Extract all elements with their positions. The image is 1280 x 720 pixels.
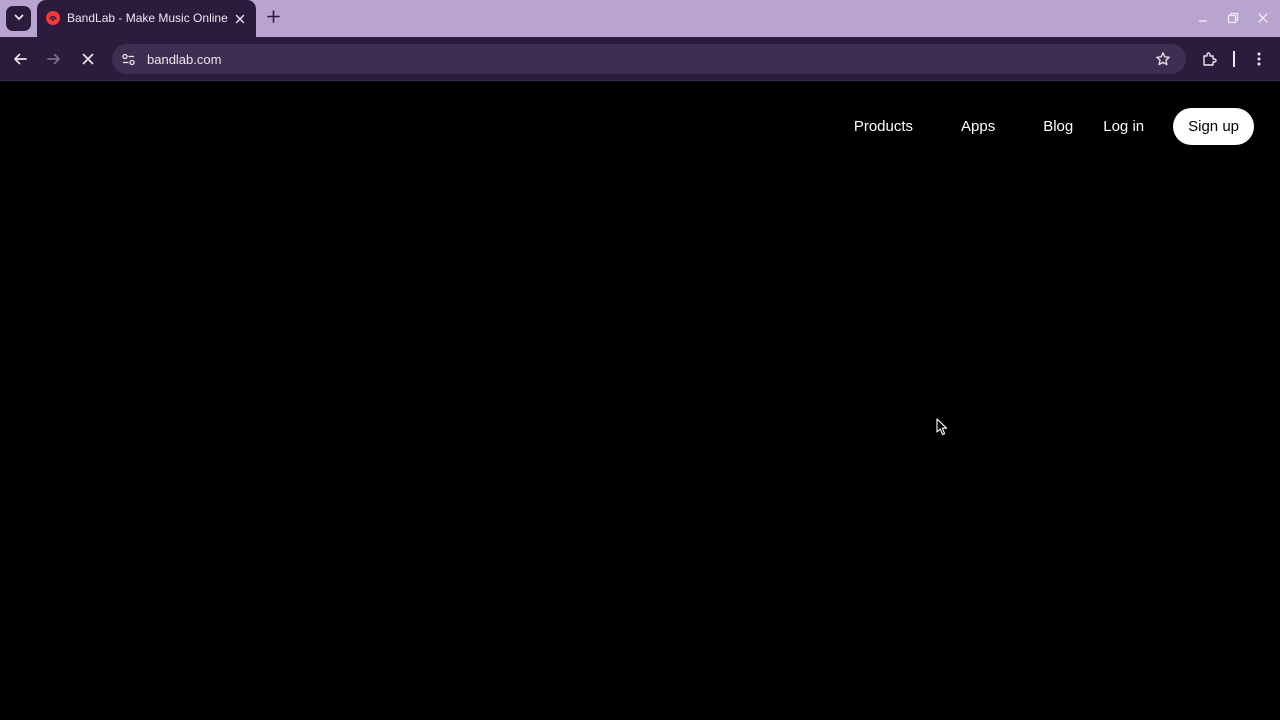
chevron-down-icon bbox=[13, 10, 25, 28]
close-window-icon[interactable] bbox=[1253, 9, 1272, 28]
minimize-icon[interactable] bbox=[1193, 9, 1212, 28]
nav-apps-link[interactable]: Apps bbox=[961, 118, 995, 135]
new-tab-button[interactable] bbox=[264, 9, 283, 28]
plus-icon bbox=[267, 9, 280, 28]
tab-strip: BandLab - Make Music Online bbox=[0, 0, 1280, 37]
url-text[interactable]: bandlab.com bbox=[147, 52, 221, 67]
signup-button[interactable]: Sign up bbox=[1173, 108, 1254, 145]
extensions-puzzle-icon[interactable] bbox=[1198, 48, 1220, 70]
address-bar[interactable]: bandlab.com bbox=[112, 44, 1186, 74]
restore-icon[interactable] bbox=[1223, 9, 1242, 28]
bandlab-favicon-icon bbox=[46, 11, 60, 25]
mouse-cursor-icon bbox=[936, 418, 948, 436]
stop-loading-icon[interactable] bbox=[77, 48, 99, 70]
nav-products-link[interactable]: Products bbox=[854, 118, 913, 135]
site-nav: Products Apps Blog Log in Sign up bbox=[854, 108, 1254, 145]
page-content: Products Apps Blog Log in Sign up bbox=[0, 81, 1280, 720]
tab-close-icon[interactable] bbox=[231, 10, 248, 27]
more-vertical-icon[interactable] bbox=[1248, 48, 1270, 70]
forward-arrow-icon[interactable] bbox=[43, 48, 65, 70]
login-link[interactable]: Log in bbox=[1103, 118, 1144, 135]
tab-title: BandLab - Make Music Online bbox=[67, 11, 228, 25]
nav-blog-link[interactable]: Blog bbox=[1043, 118, 1073, 135]
browser-toolbar: bandlab.com bbox=[0, 37, 1280, 81]
site-info-icon[interactable] bbox=[120, 51, 136, 67]
bookmark-star-icon[interactable] bbox=[1154, 50, 1172, 68]
tab-search-button[interactable] bbox=[6, 6, 31, 31]
active-tab[interactable]: BandLab - Make Music Online bbox=[37, 0, 256, 37]
toolbar-divider bbox=[1233, 51, 1235, 67]
window-controls bbox=[1193, 8, 1272, 28]
back-arrow-icon[interactable] bbox=[9, 48, 31, 70]
